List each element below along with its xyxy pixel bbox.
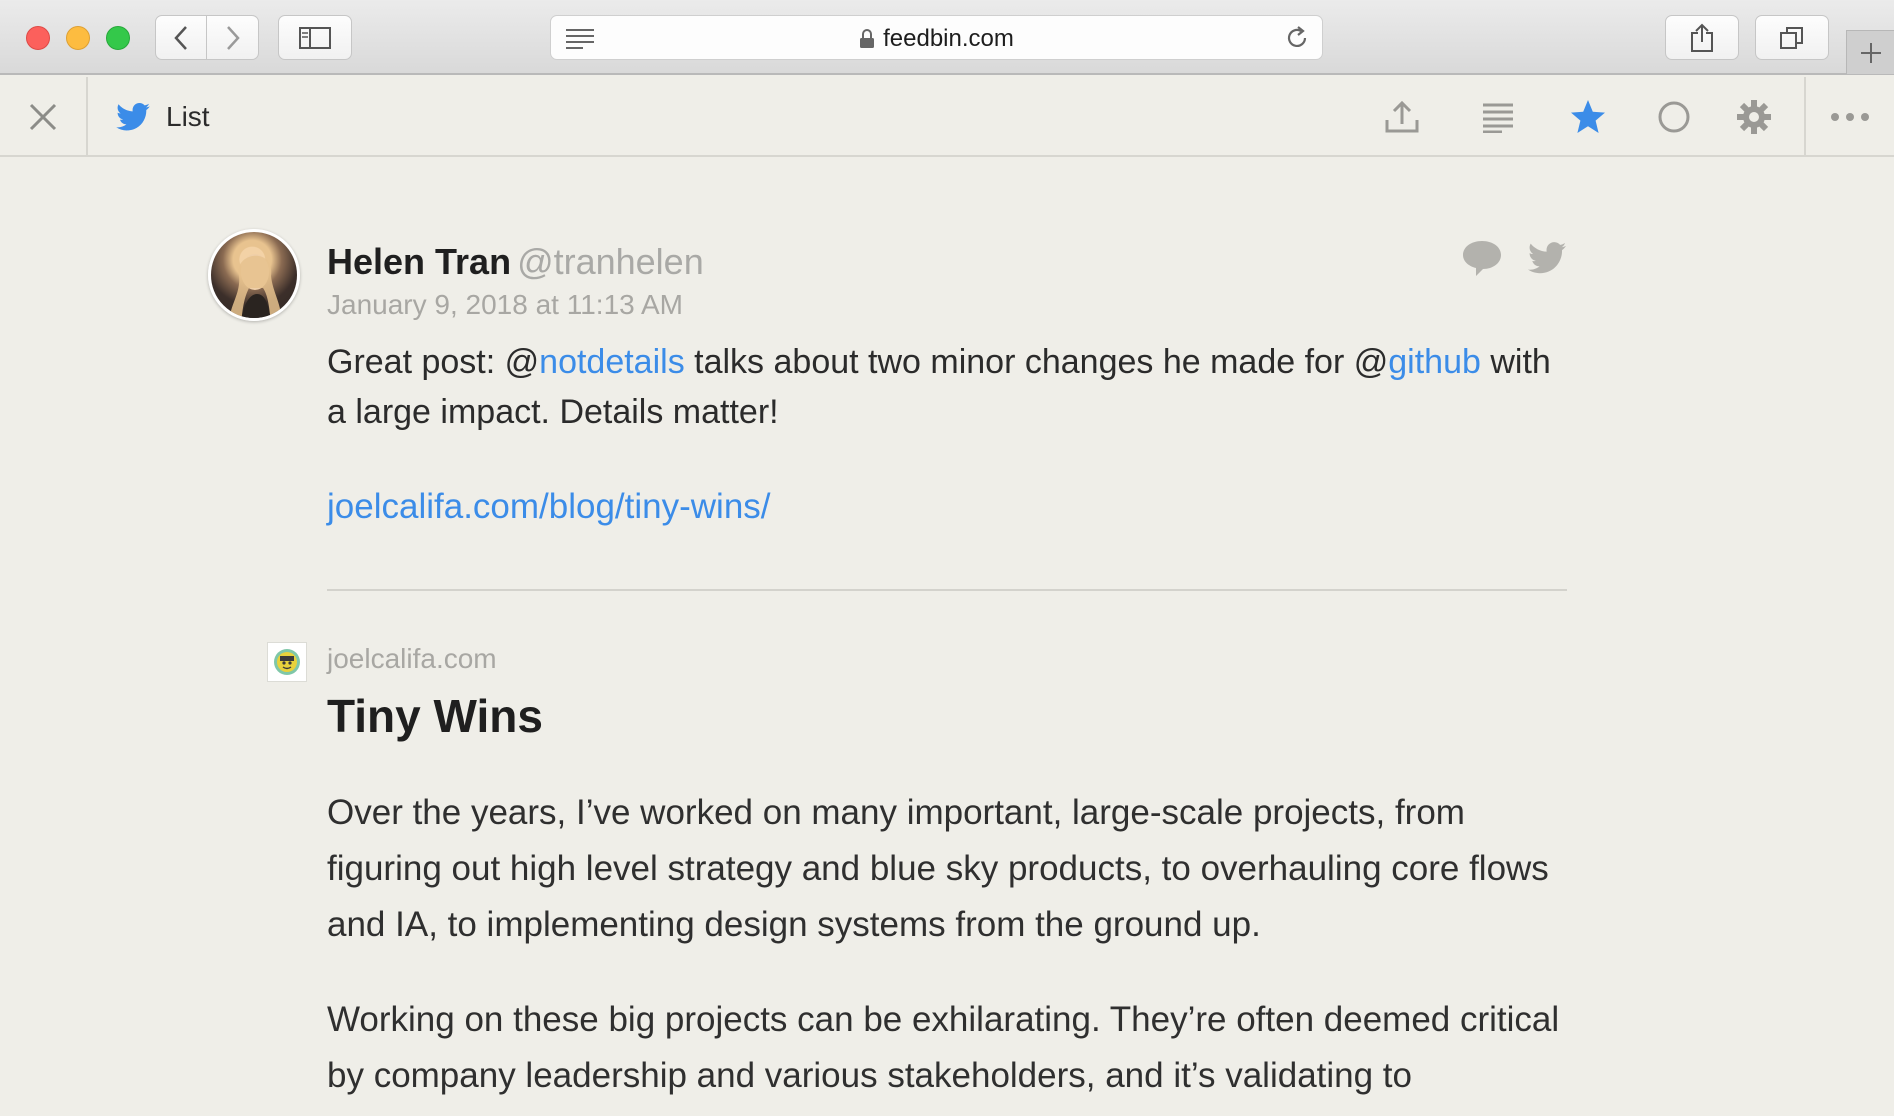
show-tabs-button[interactable] — [1755, 15, 1829, 60]
close-icon — [29, 103, 57, 131]
extract-icon — [1483, 103, 1513, 133]
tweet-url-link[interactable]: joelcalifa.com/blog/tiny-wins/ — [327, 487, 771, 527]
mark-unread-button[interactable] — [1654, 97, 1694, 137]
more-icon — [1831, 113, 1869, 121]
twitter-bird-icon — [1528, 242, 1566, 274]
close-entry-button[interactable] — [0, 77, 88, 157]
tweet-text: Great post: @notdetails talks about two … — [327, 337, 1577, 437]
share-icon — [1385, 100, 1419, 133]
favicon-icon — [274, 649, 300, 675]
tweet-date[interactable]: January 9, 2018 at 11:13 AM — [327, 289, 683, 321]
entry-toolbar: List — [0, 77, 1894, 157]
plus-icon — [1860, 42, 1881, 63]
share-icon — [1691, 23, 1713, 52]
lock-icon — [860, 28, 875, 48]
entry-content: Helen Tran @tranhelen January 9, 2018 at … — [0, 159, 1894, 1116]
sidebar-button[interactable] — [278, 15, 352, 60]
tabs-icon — [1780, 26, 1803, 49]
feed-title: List — [116, 77, 210, 157]
extract-content-button[interactable] — [1478, 97, 1518, 137]
back-button[interactable] — [156, 16, 208, 59]
speech-bubble-icon — [1463, 241, 1501, 276]
feed-title-label: List — [166, 101, 210, 132]
share-entry-button[interactable] — [1382, 97, 1422, 137]
star-icon — [1571, 100, 1605, 133]
settings-gear-icon — [1737, 100, 1771, 134]
star-button[interactable] — [1568, 97, 1608, 137]
close-window-button[interactable] — [26, 26, 50, 50]
tweet-text-part: Great post: @ — [327, 343, 540, 381]
twitter-bird-icon — [116, 103, 150, 131]
mention-link-notdetails[interactable]: notdetails — [539, 343, 685, 381]
browser-toolbar: feedbin.com — [0, 0, 1894, 75]
reload-icon — [1287, 26, 1307, 47]
article-paragraph: Working on these big projects can be exh… — [327, 1000, 1560, 1095]
tweet-actions — [1462, 239, 1566, 282]
site-favicon — [267, 642, 307, 682]
zoom-window-button[interactable] — [106, 26, 130, 50]
article-source-domain[interactable]: joelcalifa.com — [327, 643, 497, 675]
url-text: feedbin.com — [883, 24, 1014, 52]
divider — [327, 589, 1567, 591]
view-on-twitter-button[interactable] — [1528, 242, 1566, 279]
author-handle[interactable]: @tranhelen — [517, 241, 704, 282]
avatar-portrait-icon — [229, 254, 282, 318]
mention-link-github[interactable]: github — [1388, 343, 1481, 381]
article-paragraph: Over the years, I’ve worked on many impo… — [327, 793, 1549, 944]
forward-icon — [226, 25, 240, 50]
article-title[interactable]: Tiny Wins — [327, 689, 543, 743]
new-tab-button[interactable] — [1846, 30, 1894, 74]
reply-button[interactable] — [1462, 239, 1502, 282]
address-bar[interactable]: feedbin.com — [550, 15, 1323, 60]
settings-button[interactable] — [1734, 97, 1774, 137]
unread-circle-icon — [1658, 101, 1690, 133]
sidebar-icon — [299, 26, 331, 49]
author-avatar[interactable] — [208, 229, 300, 321]
author-name[interactable]: Helen Tran — [327, 241, 511, 282]
forward-button[interactable] — [207, 16, 258, 59]
back-icon — [174, 25, 187, 50]
minimize-window-button[interactable] — [66, 26, 90, 50]
tweet-author-line: Helen Tran @tranhelen — [327, 241, 704, 283]
reload-button[interactable] — [1284, 25, 1310, 56]
share-button[interactable] — [1665, 15, 1739, 60]
url-display: feedbin.com — [551, 16, 1322, 61]
tweet-text-part: talks about two minor changes he made fo… — [684, 343, 1389, 381]
more-options-button[interactable] — [1804, 77, 1894, 157]
history-nav — [155, 15, 259, 60]
